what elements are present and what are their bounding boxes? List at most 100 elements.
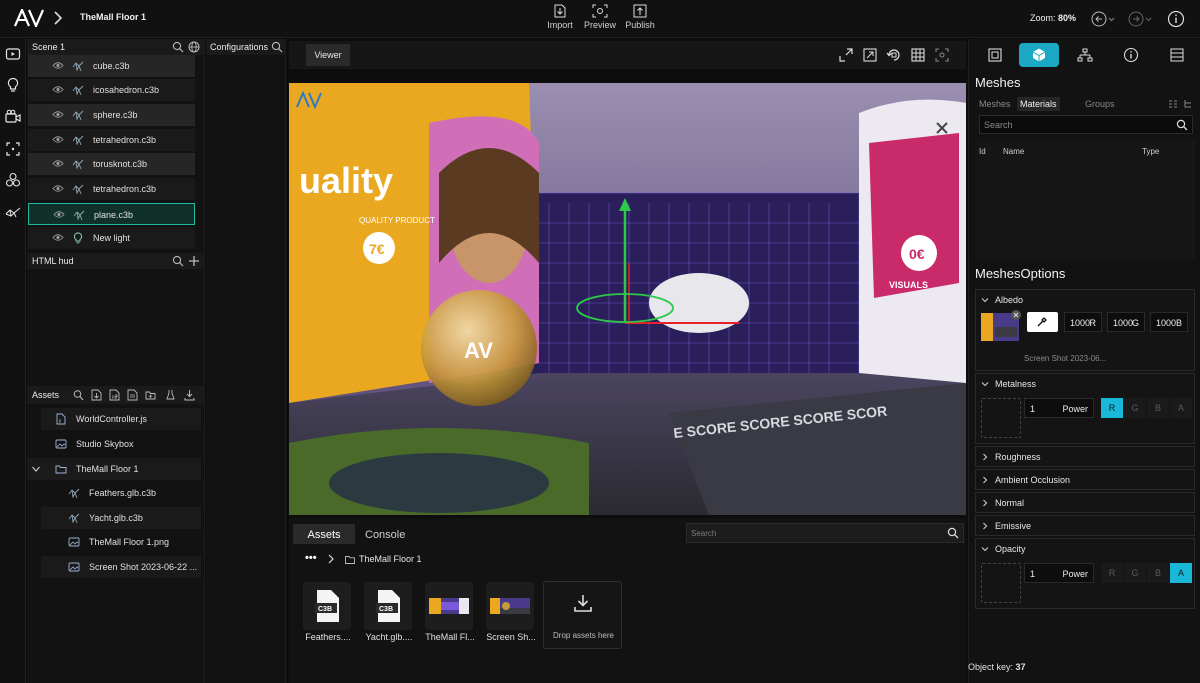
opacity-channel-b[interactable]: B — [1147, 563, 1169, 583]
new-folder-icon[interactable] — [145, 389, 156, 401]
redo-button[interactable] — [1127, 10, 1153, 28]
tab-info[interactable] — [1111, 43, 1151, 67]
asset-search-input[interactable]: Search — [686, 523, 964, 543]
subtab-materials[interactable]: Materials — [1017, 97, 1060, 111]
camera-icon[interactable] — [5, 109, 21, 125]
subtab-groups[interactable]: Groups — [1085, 97, 1115, 111]
ambient-occlusion-header[interactable]: Ambient Occlusion — [976, 470, 1194, 490]
download-icon[interactable] — [184, 389, 195, 401]
asset-card-screenshot[interactable]: Screen Sh... — [486, 582, 536, 648]
breadcrumb-folder[interactable]: TheMall Floor 1 — [359, 554, 422, 564]
column-type[interactable]: Type — [1142, 147, 1159, 156]
tree-view-icon[interactable] — [1183, 99, 1193, 109]
eye-icon[interactable] — [53, 210, 65, 219]
tab-console[interactable]: Console — [365, 524, 405, 544]
metalness-channel-g[interactable]: G — [1124, 398, 1146, 418]
tab-viewer[interactable]: Viewer — [306, 44, 350, 66]
scripts-icon[interactable] — [165, 389, 176, 401]
albedo-b-input[interactable]: 1000 B — [1150, 312, 1188, 332]
asset-card-yacht[interactable]: C3B Yacht.glb.... — [364, 582, 412, 648]
eye-icon[interactable] — [52, 110, 64, 119]
subtab-meshes[interactable]: Meshes — [979, 97, 1011, 111]
metalness-channel-b[interactable]: B — [1147, 398, 1169, 418]
scene-item-new-light[interactable]: New light — [28, 227, 195, 249]
tab-hierarchy[interactable] — [1065, 43, 1105, 67]
add-icon[interactable] — [188, 255, 200, 267]
eye-icon[interactable] — [52, 85, 64, 94]
lightbulb-icon[interactable] — [5, 77, 21, 93]
drop-assets-zone[interactable]: Drop assets here — [543, 581, 622, 649]
rotate-icon[interactable] — [886, 47, 902, 63]
scene-item-plane[interactable]: plane.c3b — [28, 203, 195, 225]
viewport-3d[interactable]: uality QUALITY PRODUCT 7€ 0€ VISUALS E S… — [289, 83, 966, 515]
info-icon[interactable] — [1167, 10, 1185, 28]
scene-item-torusknot[interactable]: torusknot.c3b — [28, 153, 195, 175]
tree-item-themall-png[interactable]: TheMall Floor 1.png — [41, 531, 201, 553]
column-name[interactable]: Name — [1003, 147, 1024, 156]
undo-button[interactable] — [1090, 10, 1116, 28]
search-icon[interactable] — [1176, 119, 1188, 131]
globe-icon[interactable] — [188, 41, 200, 53]
metalness-texture-slot[interactable] — [981, 398, 1021, 438]
scene-item-cube[interactable]: cube.c3b — [28, 55, 195, 77]
opacity-texture-slot[interactable] — [981, 563, 1021, 603]
eye-icon[interactable] — [52, 159, 64, 168]
chevron-right-icon[interactable] — [327, 553, 335, 565]
opacity-header[interactable]: Opacity — [976, 539, 1194, 559]
asset-card-feathers[interactable]: C3B Feathers.... — [303, 582, 351, 648]
asset-card-themall-png[interactable]: TheMall Fl... — [425, 582, 475, 648]
scene-item-sphere[interactable]: sphere.c3b — [28, 104, 195, 126]
opacity-input[interactable]: 1 Power — [1024, 563, 1094, 583]
search-icon[interactable] — [947, 527, 959, 539]
tree-item-screenshot[interactable]: Screen Shot 2023-06-22 ... — [41, 556, 201, 578]
tab-assets[interactable]: Assets — [293, 524, 355, 544]
albedo-texture-thumb[interactable] — [981, 310, 1021, 341]
albedo-header[interactable]: Albedo — [976, 290, 1194, 310]
remove-texture-icon[interactable] — [1010, 309, 1022, 321]
import-button[interactable]: Import — [540, 4, 580, 34]
search-icon[interactable] — [271, 41, 283, 53]
camera-focus-icon[interactable] — [934, 47, 950, 63]
preview-button[interactable]: Preview — [580, 4, 620, 34]
opacity-channel-g[interactable]: G — [1124, 563, 1146, 583]
chevron-down-icon[interactable] — [31, 464, 41, 474]
opacity-channel-r[interactable]: R — [1101, 563, 1123, 583]
tab-transform[interactable] — [975, 43, 1015, 67]
new-js-file-icon[interactable] — [109, 389, 120, 401]
import-file-icon[interactable] — [91, 389, 102, 401]
publish-button[interactable]: Publish — [620, 4, 660, 34]
eye-icon[interactable] — [52, 61, 64, 70]
search-icon[interactable] — [172, 255, 184, 267]
new-css-file-icon[interactable] — [127, 389, 138, 401]
eye-icon[interactable] — [52, 184, 64, 193]
tab-storage[interactable] — [1157, 43, 1197, 67]
metalness-channel-a[interactable]: A — [1170, 398, 1192, 418]
video-icon[interactable] — [5, 46, 21, 62]
chevron-right-icon[interactable] — [52, 8, 64, 28]
column-id[interactable]: Id — [979, 147, 986, 156]
selection-icon[interactable] — [5, 141, 21, 157]
tree-item-worldcontroller[interactable]: WorldController.js — [41, 408, 201, 430]
mesh-search-input[interactable]: Search — [979, 115, 1193, 134]
fullscreen-icon[interactable] — [862, 47, 878, 63]
albedo-r-input[interactable]: 1000 R — [1064, 312, 1102, 332]
zoom-indicator[interactable]: Zoom: 80% — [1030, 13, 1076, 23]
expand-icon[interactable] — [838, 47, 854, 63]
tree-item-studio-skybox[interactable]: Studio Skybox — [41, 433, 201, 455]
metalness-header[interactable]: Metalness — [976, 374, 1194, 394]
eye-icon[interactable] — [52, 233, 64, 242]
mesh-icon[interactable] — [5, 204, 21, 220]
color-picker-button[interactable] — [1027, 312, 1058, 332]
metalness-channel-r[interactable]: R — [1101, 398, 1123, 418]
search-icon[interactable] — [172, 41, 184, 53]
normal-header[interactable]: Normal — [976, 493, 1194, 513]
list-view-icon[interactable] — [1168, 99, 1178, 109]
search-icon[interactable] — [73, 389, 84, 401]
breadcrumb-more[interactable]: ••• — [305, 552, 317, 564]
tree-item-yacht[interactable]: Yacht.glb.c3b — [41, 507, 201, 529]
tab-mesh[interactable] — [1019, 43, 1059, 67]
roughness-header[interactable]: Roughness — [976, 447, 1194, 467]
scene-item-icosahedron[interactable]: icosahedron.c3b — [28, 79, 195, 101]
app-logo-icon[interactable] — [14, 9, 44, 27]
grid-icon[interactable] — [910, 47, 926, 63]
